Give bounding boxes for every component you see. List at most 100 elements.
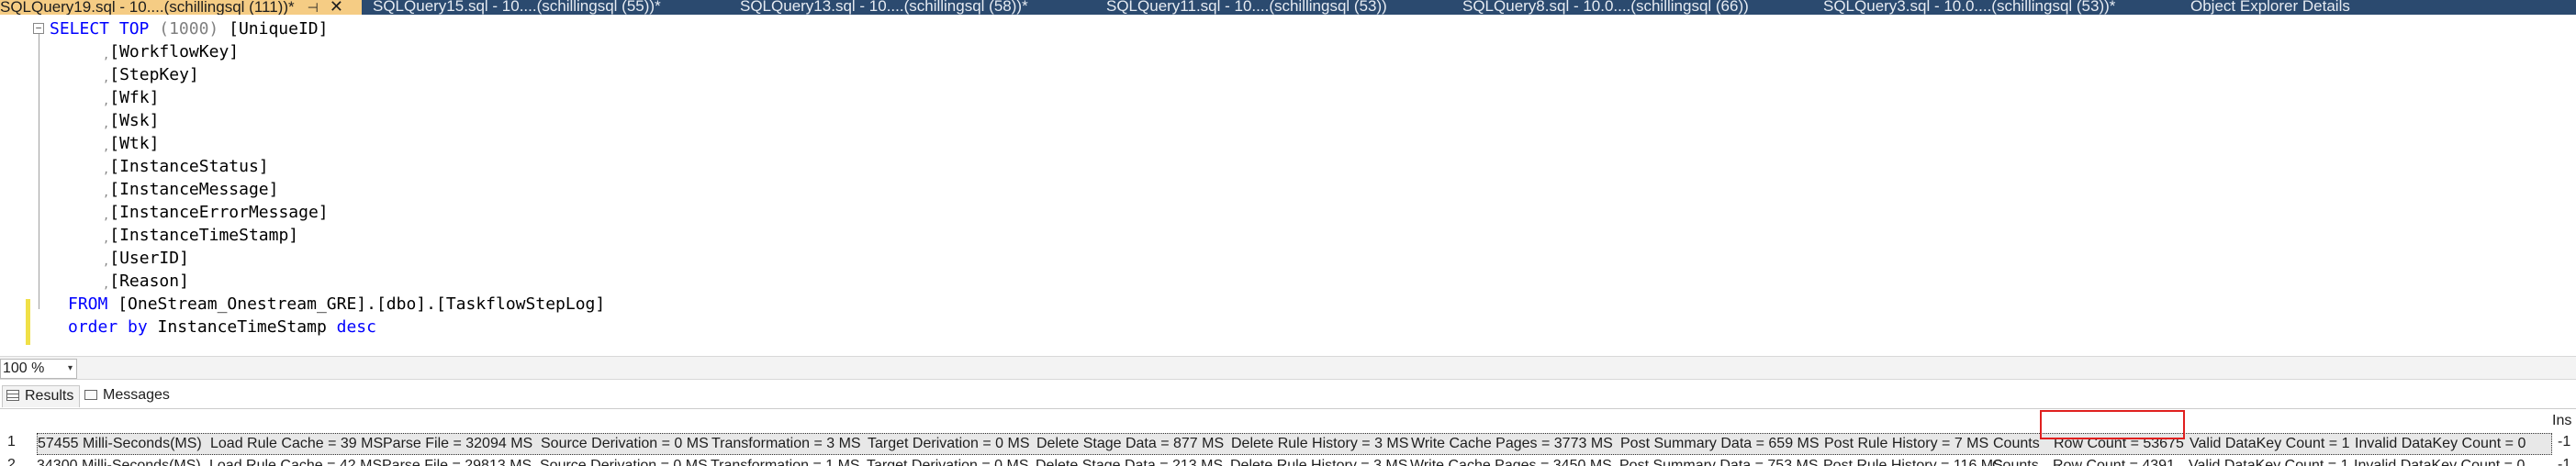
code-line-column: ,[UserID] bbox=[103, 247, 189, 270]
column-name: [InstanceStatus] bbox=[109, 157, 269, 176]
code-line-from: FROM [OneStream_Onestream_GRE].[dbo].[Ta… bbox=[68, 293, 605, 316]
message-icon bbox=[84, 390, 97, 400]
tab-label: Results bbox=[25, 388, 74, 404]
grid-cell-text: Write Cache Pages = 3773 MS bbox=[1411, 436, 1613, 451]
row-number[interactable]: 2 bbox=[7, 457, 16, 466]
results-tab-strip: Results Messages bbox=[0, 380, 2576, 409]
grid-cell-text: 34300 Milli-Seconds(MS) bbox=[37, 458, 201, 466]
column-name: [WorkflowKey] bbox=[109, 42, 240, 61]
grid-cell-text: Target Derivation = 0 MS bbox=[867, 458, 1029, 466]
grid-cell-value[interactable]: -1 bbox=[2558, 457, 2570, 466]
code-line-column: ,[Reason] bbox=[103, 270, 189, 293]
order-column: InstanceTimeStamp bbox=[157, 317, 327, 337]
zoom-dropdown[interactable]: 100 % ▾ bbox=[0, 359, 77, 379]
tab-label: SQLQuery15.sql - 10....(schillingsql (55… bbox=[373, 0, 661, 15]
tab-label: Messages bbox=[103, 387, 170, 403]
code-line-order-by: order by InstanceTimeStamp desc bbox=[68, 316, 376, 338]
grid-cell-text: Counts bbox=[1992, 458, 2039, 466]
column-name: [InstanceMessage] bbox=[109, 180, 279, 199]
grid-cell-text: Post Summary Data = 659 MS bbox=[1620, 436, 1820, 451]
grid-cell-text: Valid DataKey Count = 1 bbox=[2190, 436, 2350, 451]
code-line-column: ,[InstanceMessage] bbox=[103, 178, 278, 201]
row-number[interactable]: 1 bbox=[7, 434, 16, 450]
query-editor[interactable]: − SELECT TOP (1000) [UniqueID] ,[Workflo… bbox=[0, 15, 2576, 356]
tab-label: SQLQuery8.sql - 10.0....(schillingsql (6… bbox=[1462, 0, 1749, 15]
pin-icon[interactable]: ⊣ bbox=[308, 0, 319, 15]
tab-label: SQLQuery19.sql - 10....(schillingsql (11… bbox=[0, 0, 295, 15]
tab-label: SQLQuery13.sql - 10....(schillingsql (58… bbox=[740, 0, 1028, 15]
code-line-column: ,[Wtk] bbox=[103, 132, 159, 155]
tab-sqlquery8[interactable]: SQLQuery8.sql - 10.0....(schillingsql (6… bbox=[1462, 0, 1811, 15]
column-name: [InstanceTimeStamp] bbox=[109, 226, 299, 245]
column-name: [Wfk] bbox=[109, 88, 160, 107]
grid-cell-text: Delete Rule History = 3 MS bbox=[1230, 458, 1408, 466]
tab-sqlquery3[interactable]: SQLQuery3.sql - 10.0....(schillingsql (5… bbox=[1823, 0, 2172, 15]
order-by-keyword: order by bbox=[68, 317, 148, 337]
grid-cell-text: Row Count = 4391 bbox=[2053, 458, 2175, 466]
code-line-select: SELECT TOP (1000) [UniqueID] bbox=[50, 17, 328, 40]
column-name: [Reason] bbox=[109, 272, 189, 291]
column-header[interactable]: Ins bbox=[2552, 413, 2571, 429]
tab-label: SQLQuery3.sql - 10.0....(schillingsql (5… bbox=[1823, 0, 2116, 15]
top-keyword: TOP bbox=[118, 19, 150, 39]
tab-sqlquery11[interactable]: SQLQuery11.sql - 10....(schillingsql (53… bbox=[1106, 0, 1455, 15]
grid-cell-text: Counts bbox=[1993, 436, 2040, 451]
select-keyword: SELECT bbox=[50, 19, 110, 39]
column-name: [UserID] bbox=[109, 249, 189, 268]
row-count-highlight-box bbox=[2040, 410, 2185, 439]
code-line-column: ,[Wfk] bbox=[103, 86, 159, 109]
column-name: [UniqueID] bbox=[229, 19, 329, 39]
tab-label: Object Explorer Details bbox=[2190, 0, 2350, 15]
code-line-column: ,[WorkflowKey] bbox=[103, 40, 239, 63]
tab-object-explorer-details[interactable]: Object Explorer Details bbox=[2190, 0, 2466, 15]
top-value: (1000) bbox=[159, 19, 219, 39]
grid-cell-value[interactable]: -1 bbox=[2558, 434, 2570, 450]
grid-cell-text: Valid DataKey Count = 1 bbox=[2189, 458, 2349, 466]
column-name: [StepKey] bbox=[109, 65, 199, 84]
grid-cell-text: Load Rule Cache = 42 MS bbox=[209, 458, 383, 466]
grid-cell-text: Parse File = 29813 MS bbox=[382, 458, 532, 466]
code-line-column: ,[InstanceErrorMessage] bbox=[103, 201, 329, 224]
grid-cell-text: Post Rule History = 7 MS bbox=[1824, 436, 1989, 451]
grid-cell-text: Post Rule History = 116 MS bbox=[1823, 458, 2003, 466]
grid-cell-text: Transformation = 3 MS bbox=[711, 436, 861, 451]
desc-keyword: desc bbox=[336, 317, 376, 337]
code-line-column: ,[Wsk] bbox=[103, 109, 159, 132]
results-grid[interactable]: Ins 1 57455 Milli-Seconds(MS) Load Rule … bbox=[0, 409, 2576, 466]
code-line-column: ,[InstanceTimeStamp] bbox=[103, 224, 298, 247]
from-keyword: FROM bbox=[68, 294, 108, 314]
tab-sqlquery15[interactable]: SQLQuery15.sql - 10....(schillingsql (55… bbox=[373, 0, 722, 15]
chevron-down-icon[interactable]: ▾ bbox=[68, 360, 73, 378]
column-name: [Wtk] bbox=[109, 134, 160, 153]
editor-gutter bbox=[0, 15, 24, 356]
grid-cell-text: Source Derivation = 0 MS bbox=[540, 458, 708, 466]
column-name: [Wsk] bbox=[109, 111, 160, 130]
tab-sqlquery19[interactable]: SQLQuery19.sql - 10....(schillingsql (11… bbox=[0, 0, 362, 15]
table-name: [OneStream_Onestream_GRE].[dbo].[Taskflo… bbox=[118, 294, 606, 314]
grid-cell-text: Post Summary Data = 753 MS bbox=[1619, 458, 1819, 466]
tab-messages[interactable]: Messages bbox=[81, 385, 175, 407]
zoom-value: 100 % bbox=[3, 361, 45, 376]
code-line-column: ,[InstanceStatus] bbox=[103, 155, 269, 178]
code-line-column: ,[StepKey] bbox=[103, 63, 199, 86]
collapse-icon[interactable]: − bbox=[33, 23, 44, 34]
grid-cell-text: Parse File = 32094 MS bbox=[383, 436, 533, 451]
tab-sqlquery13[interactable]: SQLQuery13.sql - 10....(schillingsql (58… bbox=[740, 0, 1089, 15]
grid-cell-text: Delete Stage Data = 213 MS bbox=[1036, 458, 1224, 466]
change-indicator-bar bbox=[26, 299, 30, 345]
grid-cell-text: Target Derivation = 0 MS bbox=[868, 436, 1030, 451]
grid-cell-text: Source Derivation = 0 MS bbox=[541, 436, 709, 451]
grid-cell-text: Write Cache Pages = 3450 MS bbox=[1410, 458, 1612, 466]
grid-icon bbox=[6, 390, 19, 401]
column-name: [InstanceErrorMessage] bbox=[109, 203, 329, 222]
document-tab-bar: SQLQuery19.sql - 10....(schillingsql (11… bbox=[0, 0, 2576, 15]
grid-cell-text: 57455 Milli-Seconds(MS) bbox=[38, 436, 202, 451]
close-icon[interactable]: ✕ bbox=[330, 0, 343, 15]
grid-cell-text: Delete Stage Data = 877 MS bbox=[1036, 436, 1225, 451]
editor-status-strip: 100 % ▾ bbox=[0, 356, 2576, 380]
grid-cell-text: Invalid DataKey Count = 0 bbox=[2354, 458, 2526, 466]
tab-results[interactable]: Results bbox=[2, 385, 81, 407]
grid-cell-text: Invalid DataKey Count = 0 bbox=[2355, 436, 2526, 451]
table-row[interactable]: 34300 Milli-Seconds(MS) Load Rule Cache … bbox=[37, 456, 2552, 466]
grid-cell-text: Delete Rule History = 3 MS bbox=[1231, 436, 1409, 451]
